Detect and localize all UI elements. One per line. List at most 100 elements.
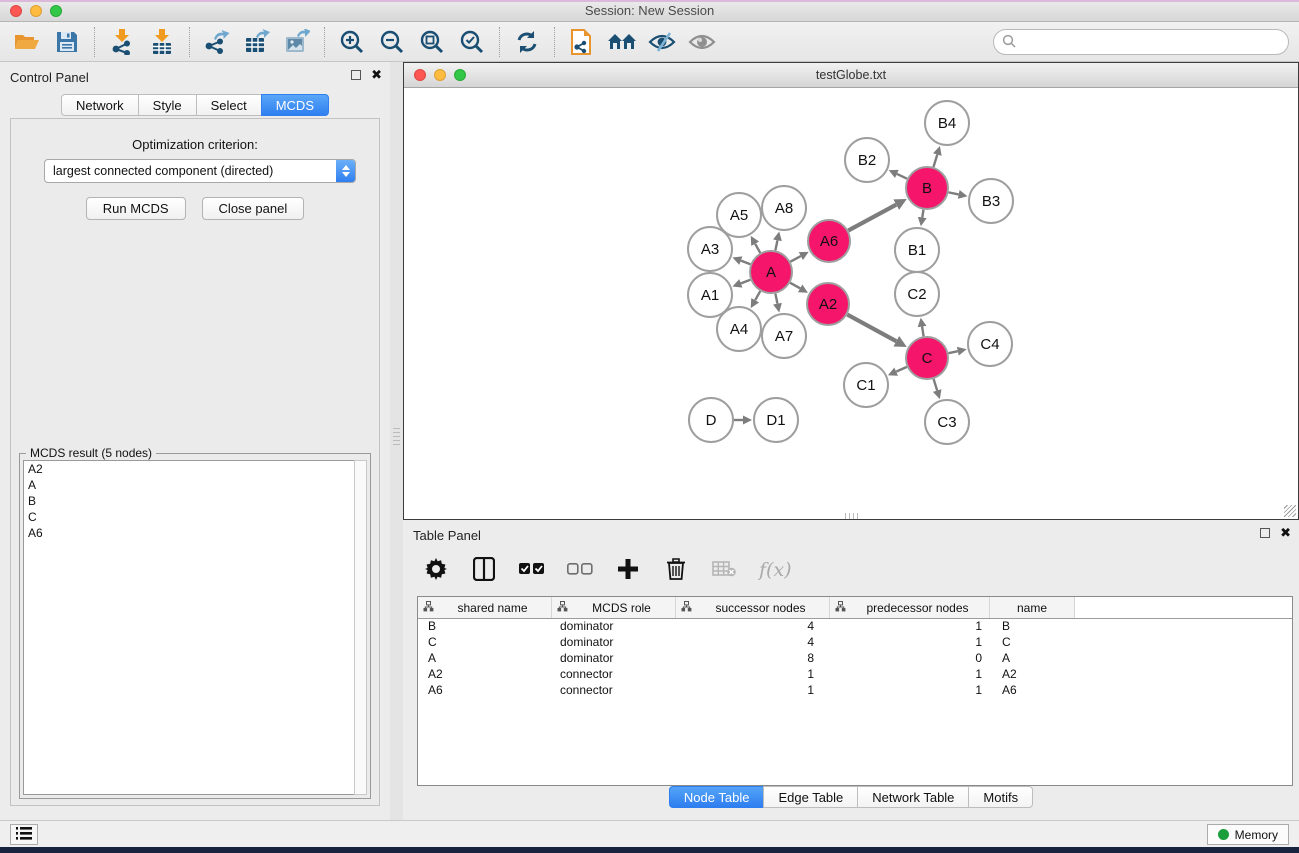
table-cell[interactable]: connector <box>552 667 676 683</box>
result-list-item[interactable]: C <box>24 509 354 525</box>
node-A6[interactable]: A6 <box>808 220 850 262</box>
node-B[interactable]: B <box>906 167 948 209</box>
table-cell[interactable]: A <box>418 651 552 667</box>
edge-B-B2[interactable] <box>897 174 907 179</box>
node-D1[interactable]: D1 <box>754 398 798 442</box>
node-A2[interactable]: A2 <box>807 283 849 325</box>
delete-table-button[interactable] <box>711 557 737 583</box>
column-header-MCDS-role[interactable]: MCDS role <box>552 597 676 618</box>
tab-edge-table[interactable]: Edge Table <box>763 786 857 808</box>
table-cell[interactable]: 1 <box>830 683 990 699</box>
network-from-file-button[interactable] <box>565 26 599 58</box>
tab-network[interactable]: Network <box>61 94 138 116</box>
column-header-shared-name[interactable]: shared name <box>418 597 552 618</box>
result-list-scrollbar[interactable] <box>354 460 367 795</box>
close-panel-button[interactable]: Close panel <box>202 197 305 220</box>
node-B4[interactable]: B4 <box>925 101 969 145</box>
export-image-button[interactable] <box>280 26 314 58</box>
column-header-name[interactable]: name <box>990 597 1075 618</box>
table-cell[interactable]: 8 <box>676 651 830 667</box>
table-cell[interactable]: 4 <box>676 635 830 651</box>
table-cell[interactable]: A2 <box>990 667 1075 683</box>
export-table-button[interactable] <box>240 26 274 58</box>
import-table-button[interactable] <box>145 26 179 58</box>
import-network-button[interactable] <box>105 26 139 58</box>
table-cell[interactable]: B <box>418 619 552 635</box>
vertical-splitter[interactable] <box>390 62 403 820</box>
home-button[interactable] <box>605 26 639 58</box>
table-cell[interactable]: B <box>990 619 1075 635</box>
table-row[interactable]: Bdominator41B <box>418 619 1292 635</box>
save-session-button[interactable] <box>50 26 84 58</box>
table-settings-button[interactable] <box>423 557 449 583</box>
hide-eye-button[interactable] <box>645 26 679 58</box>
mcds-result-list[interactable]: A2ABCA6 <box>23 460 354 795</box>
edge-A-A7[interactable] <box>775 294 777 304</box>
tab-network-table[interactable]: Network Table <box>857 786 968 808</box>
node-B1[interactable]: B1 <box>895 228 939 272</box>
table-cell[interactable]: A2 <box>418 667 552 683</box>
table-cell[interactable]: 1 <box>830 635 990 651</box>
table-row[interactable]: Cdominator41C <box>418 635 1292 651</box>
result-list-item[interactable]: A6 <box>24 525 354 541</box>
run-mcds-button[interactable]: Run MCDS <box>86 197 186 220</box>
search-input[interactable] <box>1016 32 1288 52</box>
table-cell[interactable]: dominator <box>552 619 676 635</box>
table-cell[interactable]: A6 <box>990 683 1075 699</box>
float-panel-icon[interactable] <box>351 70 361 80</box>
show-eye-button[interactable] <box>685 26 719 58</box>
edge-A-A1[interactable] <box>741 280 751 284</box>
table-cell[interactable]: 4 <box>676 619 830 635</box>
node-A4[interactable]: A4 <box>717 307 761 351</box>
refresh-button[interactable] <box>510 26 544 58</box>
table-row[interactable]: A6connector11A6 <box>418 683 1292 699</box>
node-C2[interactable]: C2 <box>895 272 939 316</box>
edge-B-B4[interactable] <box>933 155 937 167</box>
export-network-button[interactable] <box>200 26 234 58</box>
node-B2[interactable]: B2 <box>845 138 889 182</box>
table-cell[interactable]: 1 <box>676 667 830 683</box>
deselect-all-checks-button[interactable] <box>567 557 593 583</box>
main-titlebar[interactable]: Session: New Session <box>0 0 1299 22</box>
close-panel-icon[interactable]: ✖ <box>371 70 382 80</box>
tab-motifs[interactable]: Motifs <box>968 786 1033 808</box>
node-A[interactable]: A <box>750 251 792 293</box>
float-table-panel-icon[interactable] <box>1260 528 1270 538</box>
edge-A-A4[interactable] <box>755 291 760 300</box>
result-list-item[interactable]: B <box>24 493 354 509</box>
table-cell[interactable]: 1 <box>676 683 830 699</box>
tab-style[interactable]: Style <box>138 94 196 116</box>
node-B3[interactable]: B3 <box>969 179 1013 223</box>
criterion-dropdown[interactable]: largest connected component (directed) <box>44 159 356 183</box>
node-A3[interactable]: A3 <box>688 227 732 271</box>
zoom-fit-button[interactable] <box>415 26 449 58</box>
table-cell[interactable]: C <box>418 635 552 651</box>
edge-B-B3[interactable] <box>949 192 959 194</box>
table-row[interactable]: Adominator80A <box>418 651 1292 667</box>
task-history-button[interactable] <box>10 824 38 845</box>
table-cell[interactable]: 1 <box>830 619 990 635</box>
node-C1[interactable]: C1 <box>844 363 888 407</box>
table-cell[interactable]: dominator <box>552 635 676 651</box>
function-builder-icon[interactable]: f(x) <box>759 559 792 581</box>
delete-column-button[interactable] <box>663 557 689 583</box>
result-list-item[interactable]: A <box>24 477 354 493</box>
edge-A-A5[interactable] <box>755 244 760 253</box>
node-A5[interactable]: A5 <box>717 193 761 237</box>
zoom-out-button[interactable] <box>375 26 409 58</box>
node-C3[interactable]: C3 <box>925 400 969 444</box>
column-header-predecessor-nodes[interactable]: predecessor nodes <box>830 597 990 618</box>
edge-A-A6[interactable] <box>790 256 800 262</box>
edge-A2-C[interactable] <box>847 315 896 342</box>
node-C4[interactable]: C4 <box>968 322 1012 366</box>
result-list-item[interactable]: A2 <box>24 461 354 477</box>
network-canvas[interactable]: B4B2BB3B1A5A8A6A3AA1A2C2A4A7CC4C1C3DD1 <box>404 88 1298 519</box>
column-visibility-button[interactable] <box>471 557 497 583</box>
tab-mcds[interactable]: MCDS <box>261 94 329 116</box>
zoom-selected-button[interactable] <box>455 26 489 58</box>
network-window-titlebar[interactable]: testGlobe.txt <box>404 63 1298 88</box>
node-A7[interactable]: A7 <box>762 314 806 358</box>
table-cell[interactable]: connector <box>552 683 676 699</box>
table-row[interactable]: A2connector11A2 <box>418 667 1292 683</box>
node-D[interactable]: D <box>689 398 733 442</box>
